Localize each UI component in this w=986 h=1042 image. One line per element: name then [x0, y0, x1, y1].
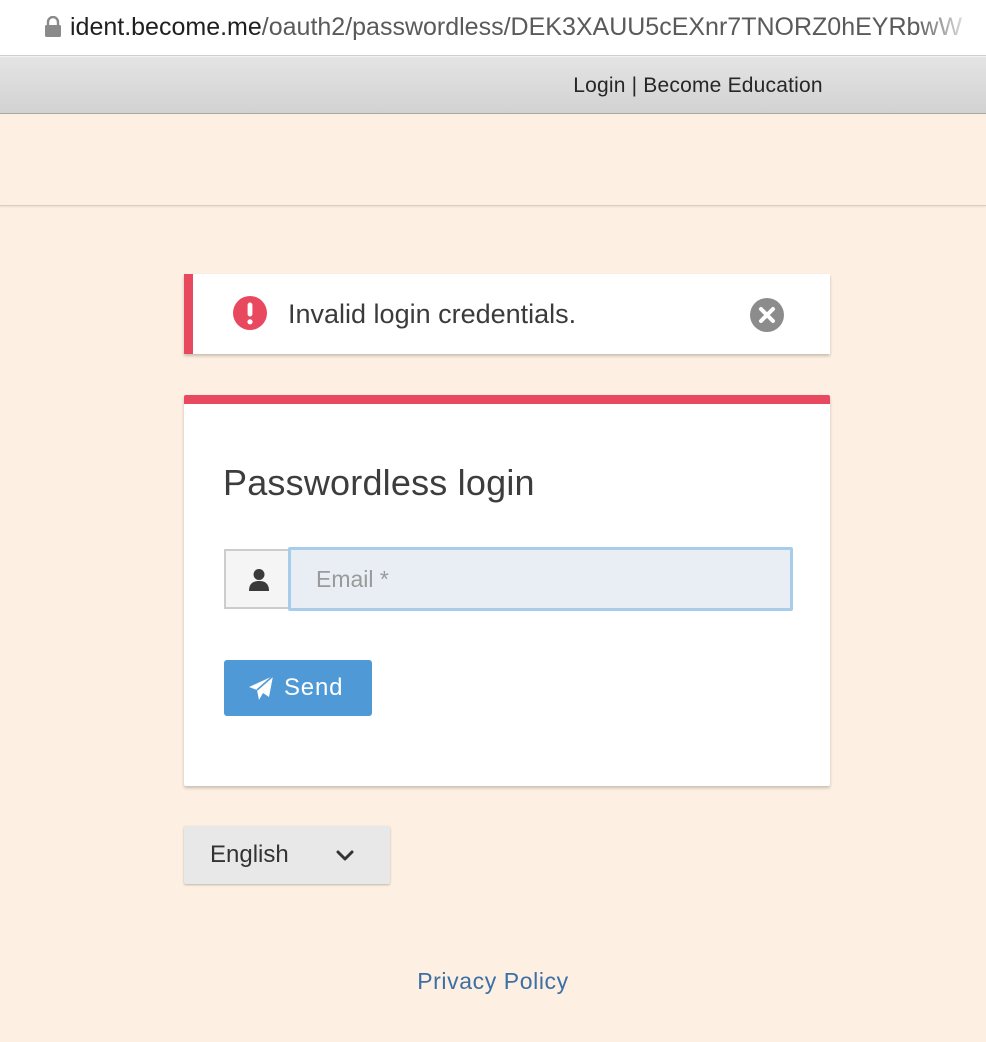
url-fade	[916, 0, 986, 55]
error-alert: Invalid login credentials.	[184, 274, 830, 354]
privacy-policy-link[interactable]: Privacy Policy	[0, 968, 986, 995]
language-selected-value: English	[210, 841, 289, 868]
paper-plane-icon	[249, 675, 274, 700]
login-card: Passwordless login Send	[184, 395, 830, 786]
browser-url-bar[interactable]: ident.become.me/oauth2/passwordless/DEK3…	[0, 0, 986, 56]
email-input[interactable]	[288, 547, 793, 611]
url-path: /oauth2/passwordless/DEK3XAUU5cEXnr7TNOR…	[261, 13, 963, 41]
url-host: ident.become.me	[70, 13, 262, 41]
language-select[interactable]: English	[184, 826, 390, 884]
email-input-group	[224, 547, 793, 611]
send-button[interactable]: Send	[224, 660, 372, 716]
user-icon	[249, 569, 269, 591]
close-circle-icon[interactable]	[750, 298, 784, 332]
alert-message: Invalid login credentials.	[288, 299, 577, 329]
email-input-addon	[224, 549, 290, 609]
lock-icon	[45, 16, 61, 37]
chevron-down-icon	[336, 850, 354, 861]
window-title-bar: Login | Become Education	[0, 56, 986, 114]
send-button-label: Send	[284, 674, 344, 701]
url-text[interactable]: ident.become.me/oauth2/passwordless/DEK3…	[70, 10, 962, 44]
page-header	[0, 114, 986, 206]
window-title: Login | Become Education	[573, 74, 823, 97]
exclamation-circle-icon	[233, 296, 267, 330]
page-title: Passwordless login	[223, 462, 535, 503]
